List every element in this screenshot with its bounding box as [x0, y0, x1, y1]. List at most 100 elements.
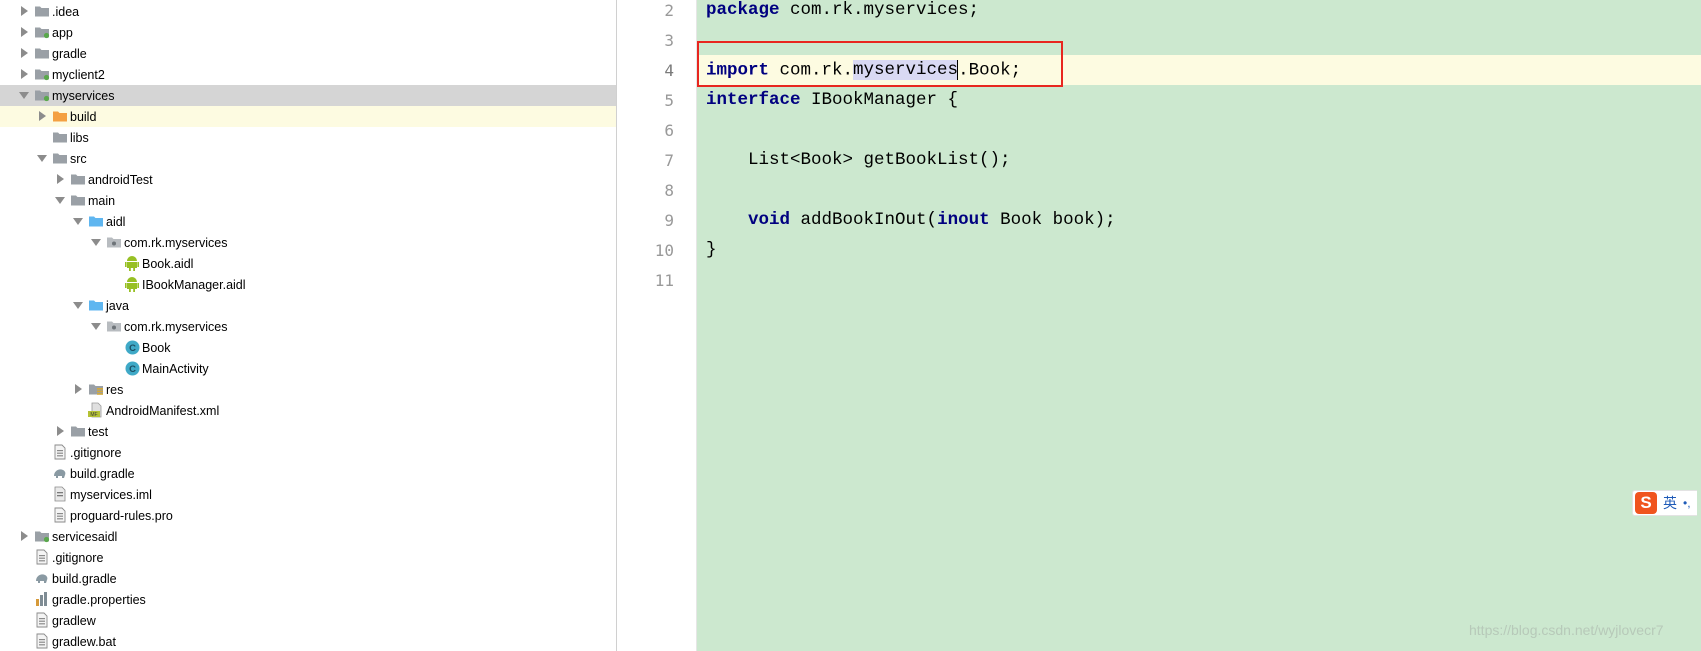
- code-line[interactable]: void addBookInOut(inout Book book);: [697, 205, 1701, 235]
- tree-item-label: main: [88, 193, 116, 208]
- tree-item[interactable]: java: [0, 295, 616, 316]
- chevron-down-icon[interactable]: [18, 89, 30, 101]
- tree-item[interactable]: myservices.iml: [0, 484, 616, 505]
- tree-item[interactable]: com.rk.myservices: [0, 316, 616, 337]
- chevron-down-icon[interactable]: [72, 215, 84, 227]
- tree-item[interactable]: .idea: [0, 1, 616, 22]
- chevron-right-icon[interactable]: [54, 173, 66, 185]
- tree-item[interactable]: MF AndroidManifest.xml: [0, 400, 616, 421]
- tree-item[interactable]: myservices: [0, 85, 616, 106]
- ime-mode-label[interactable]: 英: [1663, 493, 1677, 513]
- class-icon: C: [124, 360, 140, 376]
- text-file-icon: [52, 444, 68, 460]
- tree-item[interactable]: gradlew.bat: [0, 631, 616, 651]
- tree-item-label: java: [106, 298, 129, 313]
- iml-file-icon: [52, 486, 68, 502]
- tree-item[interactable]: servicesaidl: [0, 526, 616, 547]
- manifest-file-icon: MF: [88, 402, 104, 418]
- code-line[interactable]: interface IBookManager {: [697, 85, 1701, 115]
- tree-item[interactable]: build: [0, 106, 616, 127]
- chevron-right-icon[interactable]: [18, 26, 30, 38]
- code-text: interface IBookManager {: [706, 90, 959, 110]
- tree-item-label: com.rk.myservices: [124, 235, 228, 250]
- tree-item[interactable]: com.rk.myservices: [0, 232, 616, 253]
- ime-toolbar[interactable]: S 英 •,: [1632, 490, 1697, 516]
- folder-icon: [34, 3, 50, 19]
- tree-item-label: AndroidManifest.xml: [106, 403, 220, 418]
- android-file-icon: [124, 276, 140, 292]
- line-number: 10: [654, 241, 674, 260]
- chevron-right-icon[interactable]: [18, 5, 30, 17]
- package-icon: [106, 234, 122, 250]
- code-line[interactable]: package com.rk.myservices;: [697, 0, 1701, 25]
- tree-item[interactable]: .gitignore: [0, 547, 616, 568]
- ime-punct-label[interactable]: •,: [1683, 496, 1691, 510]
- folder-icon: [52, 150, 68, 166]
- chevron-down-icon[interactable]: [90, 320, 102, 332]
- tree-item[interactable]: gradle: [0, 43, 616, 64]
- svg-text:MF: MF: [90, 412, 97, 418]
- chevron-down-icon[interactable]: [72, 299, 84, 311]
- tree-item-label: MainActivity: [142, 361, 209, 376]
- line-number: 11: [654, 271, 674, 290]
- module-folder-icon: [34, 528, 50, 544]
- tree-item[interactable]: .gitignore: [0, 442, 616, 463]
- code-text: }: [706, 240, 717, 260]
- tree-item[interactable]: C Book: [0, 337, 616, 358]
- tree-item-label: .gitignore: [52, 550, 104, 565]
- tree-item-label: build.gradle: [70, 466, 135, 481]
- tree-item[interactable]: build.gradle: [0, 463, 616, 484]
- tree-item[interactable]: proguard-rules.pro: [0, 505, 616, 526]
- tree-item[interactable]: gradlew: [0, 610, 616, 631]
- tree-item-label: src: [70, 151, 87, 166]
- chevron-right-icon[interactable]: [18, 530, 30, 542]
- tree-item[interactable]: C MainActivity: [0, 358, 616, 379]
- tree-item-label: test: [88, 424, 109, 439]
- code-line[interactable]: List<Book> getBookList();: [697, 145, 1701, 175]
- chevron-right-icon[interactable]: [72, 383, 84, 395]
- chevron-right-icon[interactable]: [18, 68, 30, 80]
- tree-item[interactable]: main: [0, 190, 616, 211]
- tree-item[interactable]: src: [0, 148, 616, 169]
- tree-item[interactable]: aidl: [0, 211, 616, 232]
- code-line[interactable]: }: [697, 235, 1701, 265]
- annotation-highlight-box: [697, 41, 1063, 87]
- module-folder-icon: [34, 87, 50, 103]
- chevron-right-icon[interactable]: [36, 110, 48, 122]
- package-icon: [106, 318, 122, 334]
- tree-item-label: androidTest: [88, 172, 153, 187]
- watermark: https://blog.csdn.net/wyjlovecr7: [1469, 622, 1664, 638]
- tree-item[interactable]: IBookManager.aidl: [0, 274, 616, 295]
- chevron-right-icon[interactable]: [54, 425, 66, 437]
- code-editor[interactable]: package com.rk.myservices; import com.rk.…: [697, 0, 1701, 651]
- code-line[interactable]: [697, 265, 1701, 295]
- resource-folder-icon: [88, 381, 104, 397]
- gradle-file-icon: [52, 465, 68, 481]
- folder-icon: [34, 45, 50, 61]
- tree-item[interactable]: res: [0, 379, 616, 400]
- class-icon: C: [124, 339, 140, 355]
- folder-icon: [70, 423, 86, 439]
- text-file-icon: [52, 507, 68, 523]
- code-line[interactable]: [697, 115, 1701, 145]
- android-file-icon: [124, 255, 140, 271]
- tree-item[interactable]: libs: [0, 127, 616, 148]
- code-line[interactable]: [697, 175, 1701, 205]
- tree-item[interactable]: androidTest: [0, 169, 616, 190]
- tree-item[interactable]: Book.aidl: [0, 253, 616, 274]
- text-file-icon: [34, 612, 50, 628]
- chevron-right-icon[interactable]: [18, 47, 30, 59]
- chevron-down-icon[interactable]: [36, 152, 48, 164]
- tree-item-label: IBookManager.aidl: [142, 277, 246, 292]
- tree-item[interactable]: test: [0, 421, 616, 442]
- tree-item[interactable]: build.gradle: [0, 568, 616, 589]
- chevron-down-icon[interactable]: [90, 236, 102, 248]
- line-number: 8: [664, 181, 674, 200]
- gradle-file-icon: [34, 570, 50, 586]
- sogou-ime-icon[interactable]: S: [1635, 492, 1657, 514]
- tree-item[interactable]: gradle.properties: [0, 589, 616, 610]
- chevron-down-icon[interactable]: [54, 194, 66, 206]
- tree-item[interactable]: app: [0, 22, 616, 43]
- text-file-icon: [34, 633, 50, 649]
- tree-item[interactable]: myclient2: [0, 64, 616, 85]
